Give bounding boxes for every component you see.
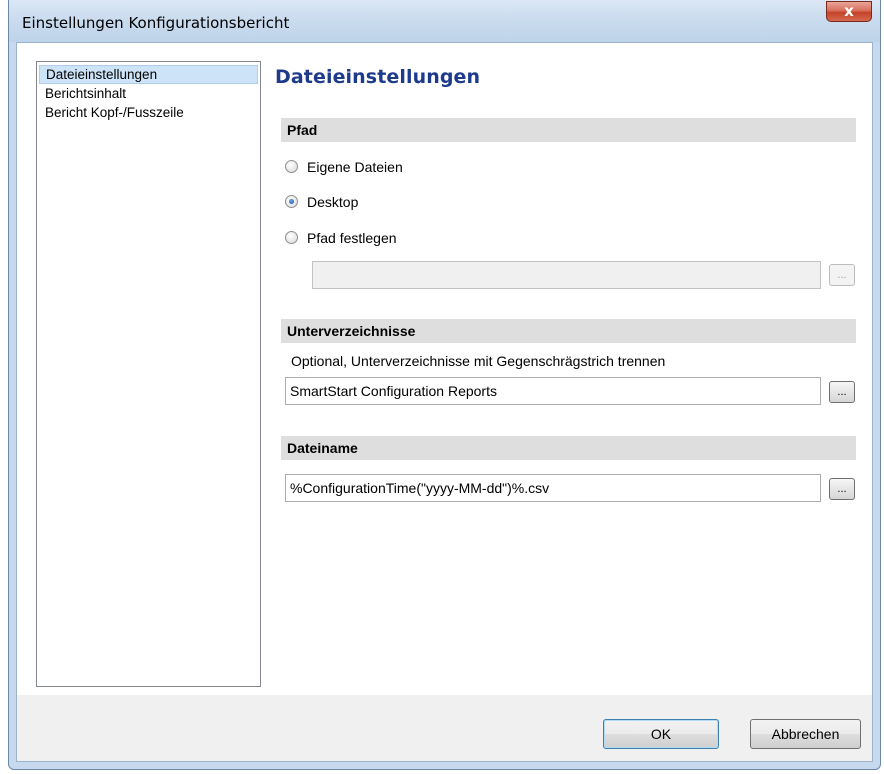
custom-path-input[interactable]	[312, 261, 821, 289]
filename-browse-button[interactable]: ...	[829, 478, 855, 500]
custom-path-browse-button[interactable]: ...	[829, 264, 855, 286]
settings-nav-list[interactable]: Dateieinstellungen Berichtsinhalt Berich…	[36, 61, 261, 687]
subdir-input[interactable]: SmartStart Configuration Reports	[285, 377, 821, 405]
cancel-button[interactable]: Abbrechen	[750, 719, 861, 749]
radio-label: Desktop	[307, 194, 359, 210]
title-bar[interactable]: Einstellungen Konfigurationsbericht x	[9, 0, 880, 42]
dialog-window: Einstellungen Konfigurationsbericht x Da…	[8, 0, 881, 770]
nav-item-berichtsinhalt[interactable]: Berichtsinhalt	[39, 84, 258, 103]
dialog-client-area: Dateieinstellungen Berichtsinhalt Berich…	[16, 42, 873, 762]
close-button[interactable]: x	[826, 1, 872, 22]
nav-item-kopf-fusszeile[interactable]: Bericht Kopf-/Fusszeile	[39, 103, 258, 122]
page-title: Dateieinstellungen	[275, 66, 481, 88]
subdir-hint-text: Optional, Unterverzeichnisse mit Gegensc…	[291, 353, 666, 369]
radio-label: Eigene Dateien	[307, 159, 403, 175]
section-header-dateiname: Dateiname	[281, 436, 856, 460]
section-header-unterverzeichnisse: Unterverzeichnisse	[281, 319, 856, 343]
nav-item-dateieinstellungen[interactable]: Dateieinstellungen	[39, 65, 258, 84]
radio-button[interactable]	[285, 160, 298, 173]
window-title: Einstellungen Konfigurationsbericht	[22, 14, 290, 32]
close-icon: x	[844, 2, 854, 20]
radio-label: Pfad festlegen	[307, 230, 397, 246]
radio-button[interactable]	[285, 231, 298, 244]
radio-button-checked[interactable]	[285, 195, 298, 208]
dialog-footer	[17, 695, 872, 761]
filename-input[interactable]: %ConfigurationTime("yyyy-MM-dd")%.csv	[285, 474, 821, 502]
subdir-browse-button[interactable]: ...	[829, 381, 855, 403]
ok-button[interactable]: OK	[603, 719, 719, 749]
section-header-pfad: Pfad	[281, 118, 856, 142]
